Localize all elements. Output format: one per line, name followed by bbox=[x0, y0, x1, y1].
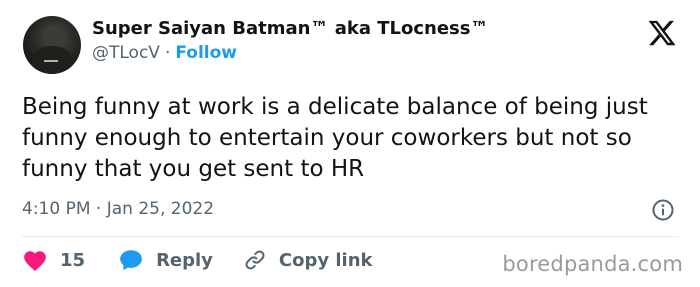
speech-bubble-icon bbox=[120, 250, 142, 271]
author-handle[interactable]: @TLocV bbox=[92, 43, 160, 63]
avatar[interactable] bbox=[23, 16, 81, 74]
like-count: 15 bbox=[60, 249, 86, 271]
like-button[interactable]: 15 bbox=[22, 248, 85, 272]
watermark: boredpanda.com bbox=[502, 252, 683, 276]
avatar-shirt-mark bbox=[44, 60, 58, 62]
action-bar: 15 Reply Copy link bbox=[22, 246, 373, 274]
avatar-head-shape bbox=[43, 25, 63, 47]
handle-separator: · bbox=[164, 43, 171, 63]
x-logo-icon[interactable] bbox=[647, 18, 677, 48]
info-icon[interactable] bbox=[651, 198, 675, 222]
heart-icon bbox=[24, 251, 46, 272]
link-icon bbox=[245, 250, 265, 270]
tweet-timestamp[interactable]: 4:10 PM · Jan 25, 2022 bbox=[22, 198, 214, 220]
tweet-text: Being funny at work is a delicate balanc… bbox=[22, 94, 648, 182]
copy-link-button[interactable]: Copy link bbox=[243, 248, 373, 272]
copy-link-label: Copy link bbox=[278, 249, 373, 271]
tweet-card: Super Saiyan Batman™ aka TLocness™ @TLoc… bbox=[0, 0, 700, 287]
author-display-name[interactable]: Super Saiyan Batman™ aka TLocness™ bbox=[92, 18, 488, 40]
author-handle-row: @TLocV · Follow bbox=[92, 42, 488, 64]
reply-button[interactable]: Reply bbox=[118, 248, 213, 272]
divider bbox=[22, 236, 679, 237]
reply-label: Reply bbox=[156, 249, 213, 271]
follow-button[interactable]: Follow bbox=[175, 43, 237, 63]
author-info: Super Saiyan Batman™ aka TLocness™ @TLoc… bbox=[92, 18, 488, 64]
